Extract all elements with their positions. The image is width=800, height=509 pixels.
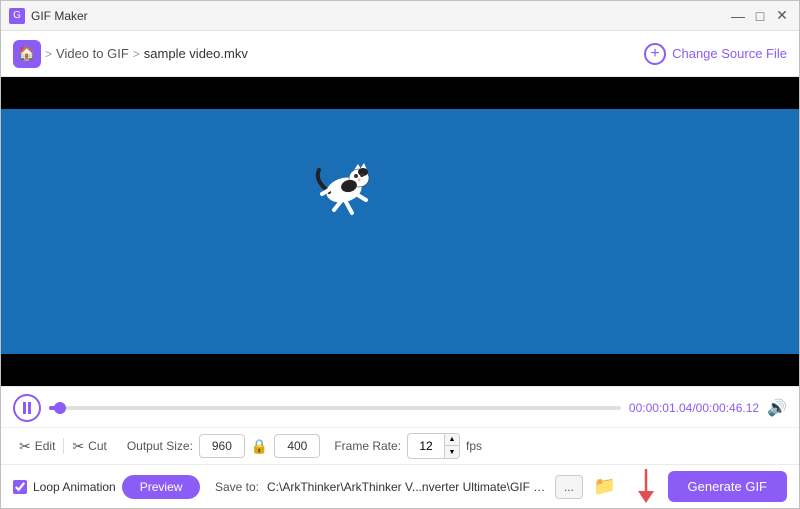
edit-icon: ✂ (19, 438, 31, 455)
pause-icon (23, 402, 31, 414)
breadcrumb-filename: sample video.mkv (144, 46, 248, 61)
breadcrumb-separator2: > (133, 47, 140, 61)
fps-spinners: ▲ ▼ (444, 434, 459, 458)
frame-rate-label: Frame Rate: (334, 439, 401, 453)
browse-button[interactable]: ... (555, 475, 583, 499)
fps-input[interactable] (408, 434, 444, 458)
window-title: GIF Maker (31, 9, 88, 23)
cut-icon: ✂ (72, 438, 84, 455)
title-bar-controls: — □ ✕ (729, 7, 791, 25)
fps-unit: fps (466, 439, 482, 453)
app-icon: G (9, 8, 25, 24)
frame-rate-group: Frame Rate: ▲ ▼ fps (334, 433, 482, 459)
folder-icon: 📁 (594, 476, 616, 497)
save-label: Save to: (215, 480, 259, 494)
width-input[interactable] (199, 434, 245, 458)
generate-gif-button[interactable]: Generate GIF (668, 471, 787, 502)
down-arrow-svg (634, 469, 658, 505)
minimize-button[interactable]: — (729, 7, 747, 25)
volume-icon[interactable]: 🔊 (767, 398, 787, 418)
edit-button[interactable]: ✂ Edit (13, 435, 61, 458)
title-bar-left: G GIF Maker (9, 8, 88, 24)
current-time: 00:00:01.04 (629, 401, 692, 415)
video-preview (1, 77, 799, 386)
height-input[interactable] (274, 434, 320, 458)
letterbox-bottom (1, 354, 799, 386)
letterbox-top (1, 77, 799, 109)
progress-thumb[interactable] (54, 402, 66, 414)
lock-icon[interactable]: 🔒 (251, 438, 268, 455)
save-section: Save to: C:\ArkThinker\ArkThinker V...nv… (215, 475, 619, 499)
edit-controls-row: ✂ Edit ✂ Cut Output Size: 🔒 Frame Rate: … (1, 427, 799, 464)
plus-icon: + (644, 43, 666, 65)
breadcrumb: 🏠 > Video to GIF > sample video.mkv (13, 40, 248, 68)
preview-button[interactable]: Preview (122, 475, 201, 499)
cut-button[interactable]: ✂ Cut (66, 435, 112, 458)
breadcrumb-separator: > (45, 47, 52, 61)
arrow-indicator (634, 469, 658, 505)
title-bar: G GIF Maker — □ ✕ (1, 1, 799, 31)
edit-cut-group: ✂ Edit ✂ Cut (13, 435, 113, 458)
total-time: 00:00:46.12 (696, 401, 759, 415)
video-canvas (1, 77, 799, 386)
cut-label: Cut (88, 439, 107, 453)
sky-background (1, 109, 799, 354)
close-button[interactable]: ✕ (773, 7, 791, 25)
fps-up-button[interactable]: ▲ (445, 434, 459, 446)
loop-animation-checkbox[interactable] (13, 480, 27, 494)
output-size-group: Output Size: 🔒 (127, 434, 320, 458)
bottom-bar: Loop Animation Preview Save to: C:\ArkTh… (1, 464, 799, 508)
edit-label: Edit (35, 439, 56, 453)
breadcrumb-section: Video to GIF (56, 46, 129, 61)
playback-controls: 00:00:01.04/00:00:46.12 🔊 (1, 386, 799, 427)
progress-bar[interactable] (49, 406, 621, 410)
pause-button[interactable] (13, 394, 41, 422)
change-source-button[interactable]: + Change Source File (644, 43, 787, 65)
fps-down-button[interactable]: ▼ (445, 446, 459, 458)
loop-animation-label: Loop Animation (33, 480, 116, 494)
change-source-label: Change Source File (672, 46, 787, 61)
time-display: 00:00:01.04/00:00:46.12 (629, 401, 759, 415)
maximize-button[interactable]: □ (751, 7, 769, 25)
separator (63, 438, 64, 454)
top-bar: 🏠 > Video to GIF > sample video.mkv + Ch… (1, 31, 799, 77)
cat-figure (304, 150, 384, 220)
output-size-label: Output Size: (127, 439, 193, 453)
save-path: C:\ArkThinker\ArkThinker V...nverter Ult… (267, 480, 547, 494)
fps-input-group: ▲ ▼ (407, 433, 460, 459)
right-section: Generate GIF (634, 469, 787, 505)
home-icon[interactable]: 🏠 (13, 40, 41, 68)
loop-animation-group: Loop Animation Preview (13, 475, 200, 499)
folder-button[interactable]: 📁 (591, 475, 619, 499)
main-window: G GIF Maker — □ ✕ 🏠 > Video to GIF > sam… (0, 0, 800, 509)
